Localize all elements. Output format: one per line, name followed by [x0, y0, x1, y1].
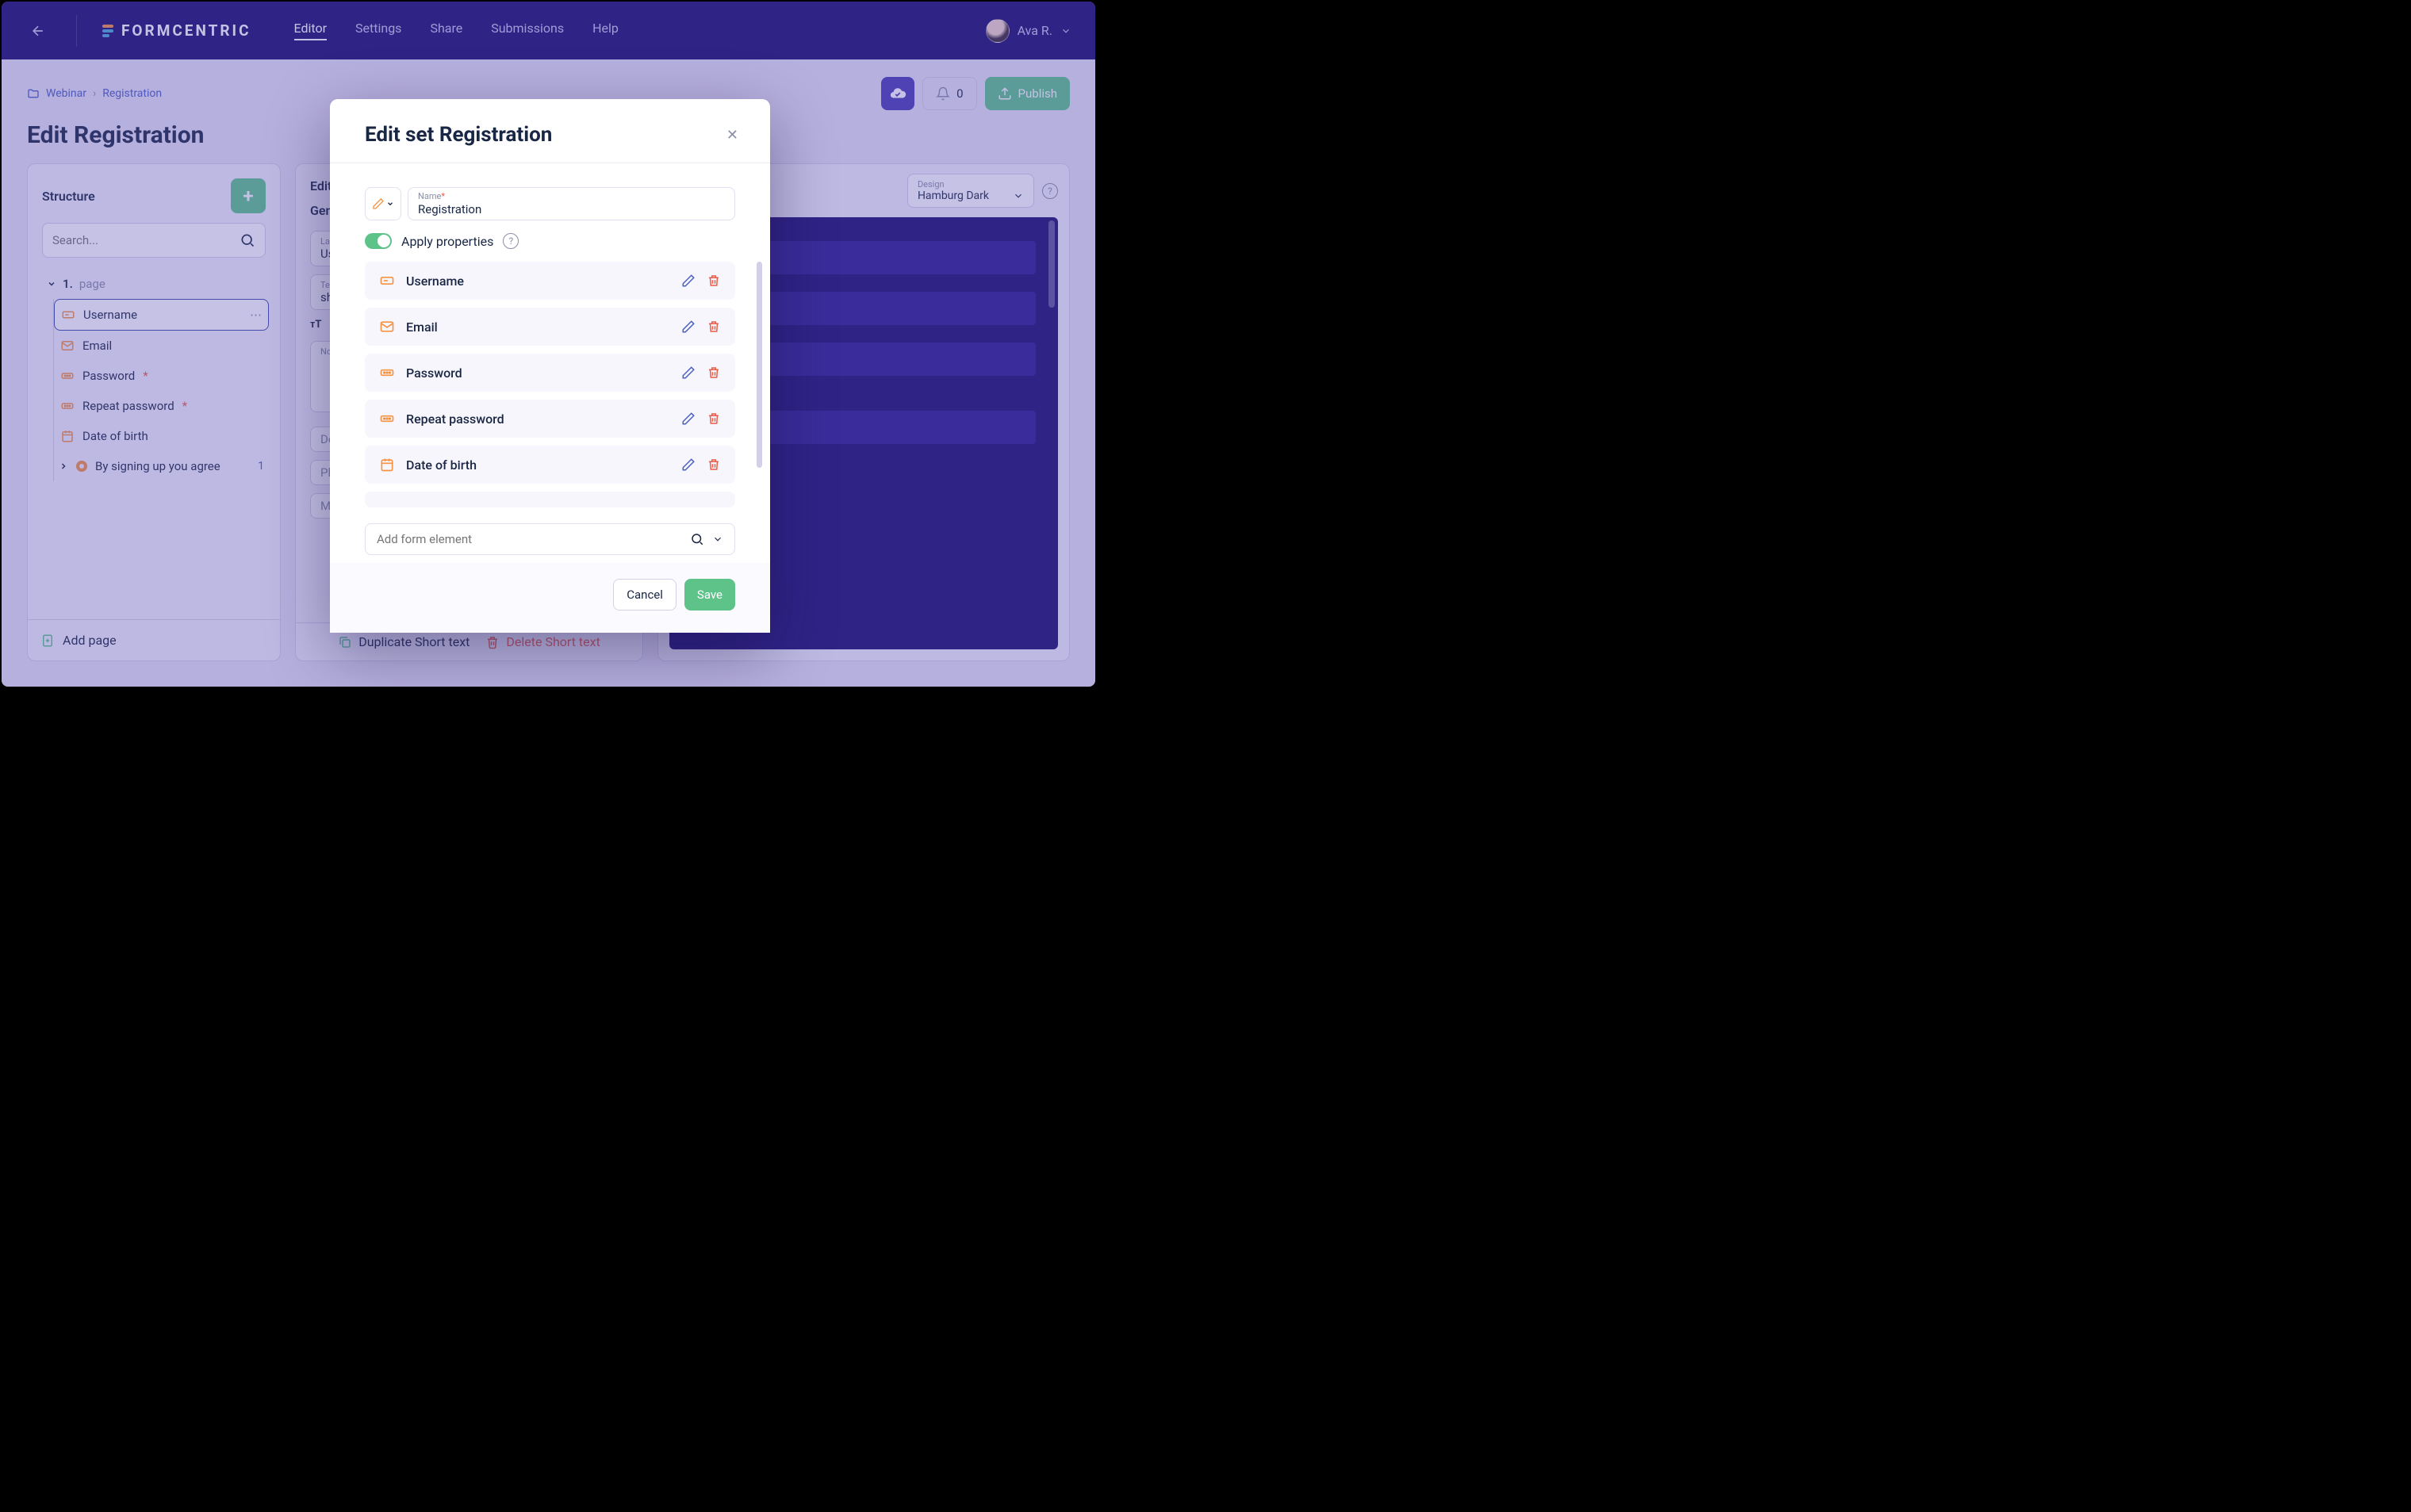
list-item-label: Username	[406, 274, 464, 289]
set-name-input[interactable]	[418, 202, 725, 216]
save-label: Save	[697, 588, 723, 602]
list-item-label: Password	[406, 366, 462, 381]
short-text-icon	[379, 273, 395, 289]
add-form-element-input[interactable]	[377, 532, 682, 546]
element-list: Username Email Password	[365, 262, 735, 507]
edit-icon[interactable]	[681, 366, 696, 380]
scrollbar[interactable]	[757, 262, 762, 468]
edit-icon[interactable]	[681, 411, 696, 426]
pencil-icon	[372, 197, 385, 210]
trash-icon[interactable]	[707, 411, 721, 426]
set-name-field[interactable]: Name*	[408, 187, 735, 220]
trash-icon[interactable]	[707, 274, 721, 288]
chevron-down-icon	[386, 200, 394, 208]
password-icon	[379, 411, 395, 427]
name-label: Name	[418, 191, 441, 201]
password-icon	[379, 365, 395, 381]
list-item-label: Repeat password	[406, 411, 504, 427]
edit-icon[interactable]	[681, 320, 696, 334]
search-icon	[690, 532, 704, 546]
trash-icon[interactable]	[707, 366, 721, 380]
list-item[interactable]: Repeat password	[365, 400, 735, 438]
trash-icon[interactable]	[707, 320, 721, 334]
edit-set-modal: Edit set Registration ✕ Name* Apply prop…	[330, 99, 770, 633]
chevron-down-icon	[712, 534, 723, 545]
edit-icon[interactable]	[681, 457, 696, 472]
cancel-label: Cancel	[627, 588, 663, 602]
list-item[interactable]: Username	[365, 262, 735, 300]
list-item[interactable]: Email	[365, 308, 735, 346]
edit-icon[interactable]	[681, 274, 696, 288]
element-type-button[interactable]	[365, 187, 401, 220]
calendar-icon	[379, 457, 395, 473]
apply-properties-label: Apply properties	[401, 234, 493, 249]
trash-icon[interactable]	[707, 457, 721, 472]
apply-properties-toggle[interactable]	[365, 233, 392, 249]
close-icon[interactable]: ✕	[726, 127, 738, 144]
list-item-label: Date of birth	[406, 457, 477, 473]
mail-icon	[379, 319, 395, 335]
list-item[interactable]	[365, 492, 735, 507]
help-icon[interactable]: ?	[503, 233, 519, 249]
add-form-element[interactable]	[365, 523, 735, 555]
list-item[interactable]: Date of birth	[365, 446, 735, 484]
list-item[interactable]: Password	[365, 354, 735, 392]
save-button[interactable]: Save	[684, 579, 735, 611]
cancel-button[interactable]: Cancel	[613, 579, 677, 611]
modal-title: Edit set Registration	[365, 123, 552, 147]
list-item-label: Email	[406, 320, 438, 335]
